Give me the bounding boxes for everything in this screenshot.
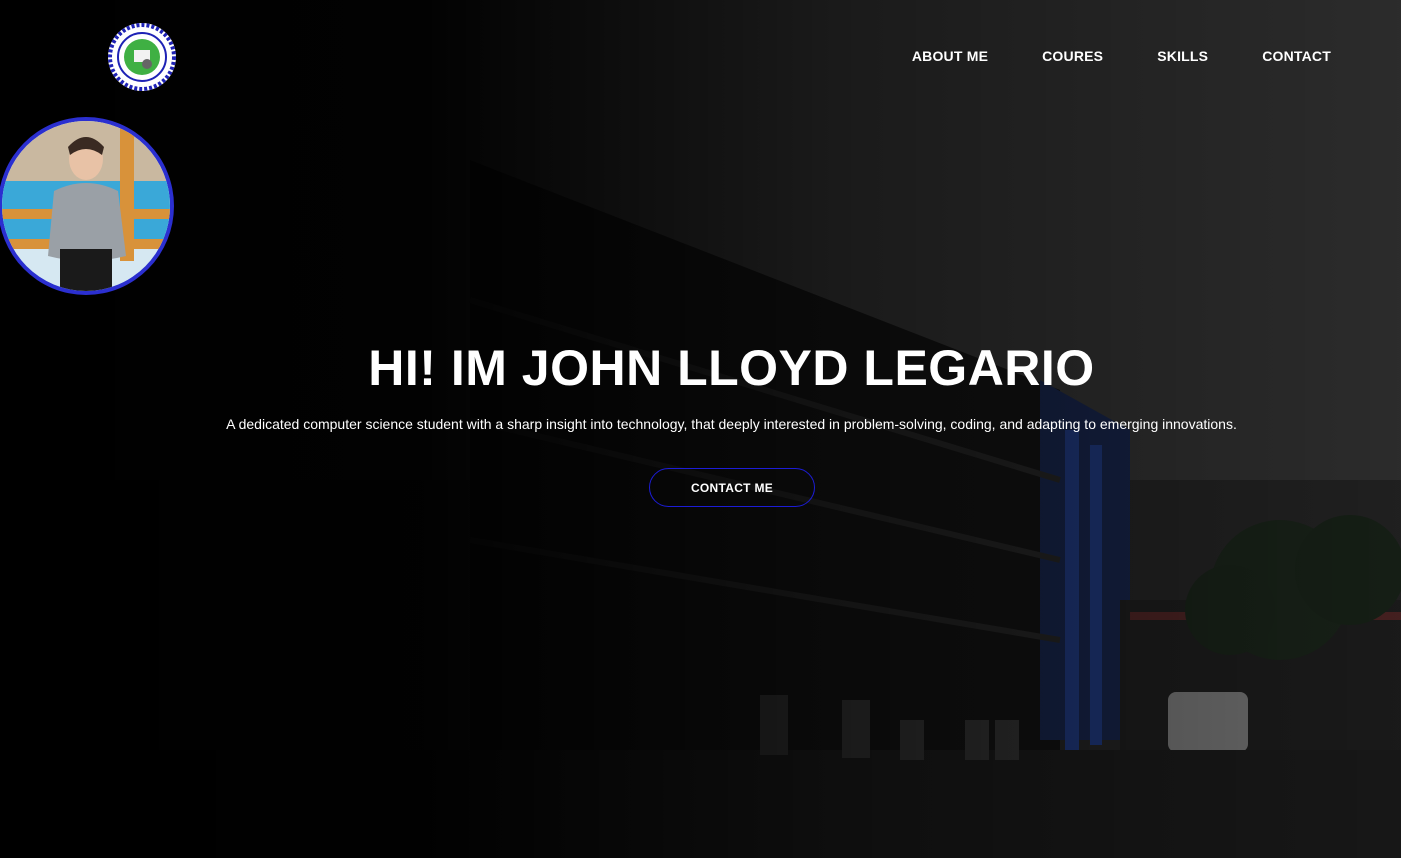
nav-about-me[interactable]: ABOUT ME bbox=[912, 47, 988, 65]
college-seal-icon[interactable] bbox=[107, 22, 177, 92]
hero-section: ABOUT ME COURES SKILLS CONTACT HI! IM JO… bbox=[0, 0, 1401, 858]
profile-avatar bbox=[0, 117, 174, 295]
contact-me-button[interactable]: CONTACT ME bbox=[649, 468, 815, 507]
nav-courses[interactable]: COURES bbox=[1042, 47, 1103, 65]
nav-contact[interactable]: CONTACT bbox=[1262, 47, 1331, 65]
hero-tagline: A dedicated computer science student wit… bbox=[226, 416, 1237, 432]
main-nav: ABOUT ME COURES SKILLS CONTACT bbox=[858, 47, 1331, 65]
profile-photo bbox=[2, 121, 170, 291]
nav-skills[interactable]: SKILLS bbox=[1157, 47, 1208, 65]
hero-title: HI! IM JOHN LLOYD LEGARIO bbox=[368, 340, 1095, 396]
